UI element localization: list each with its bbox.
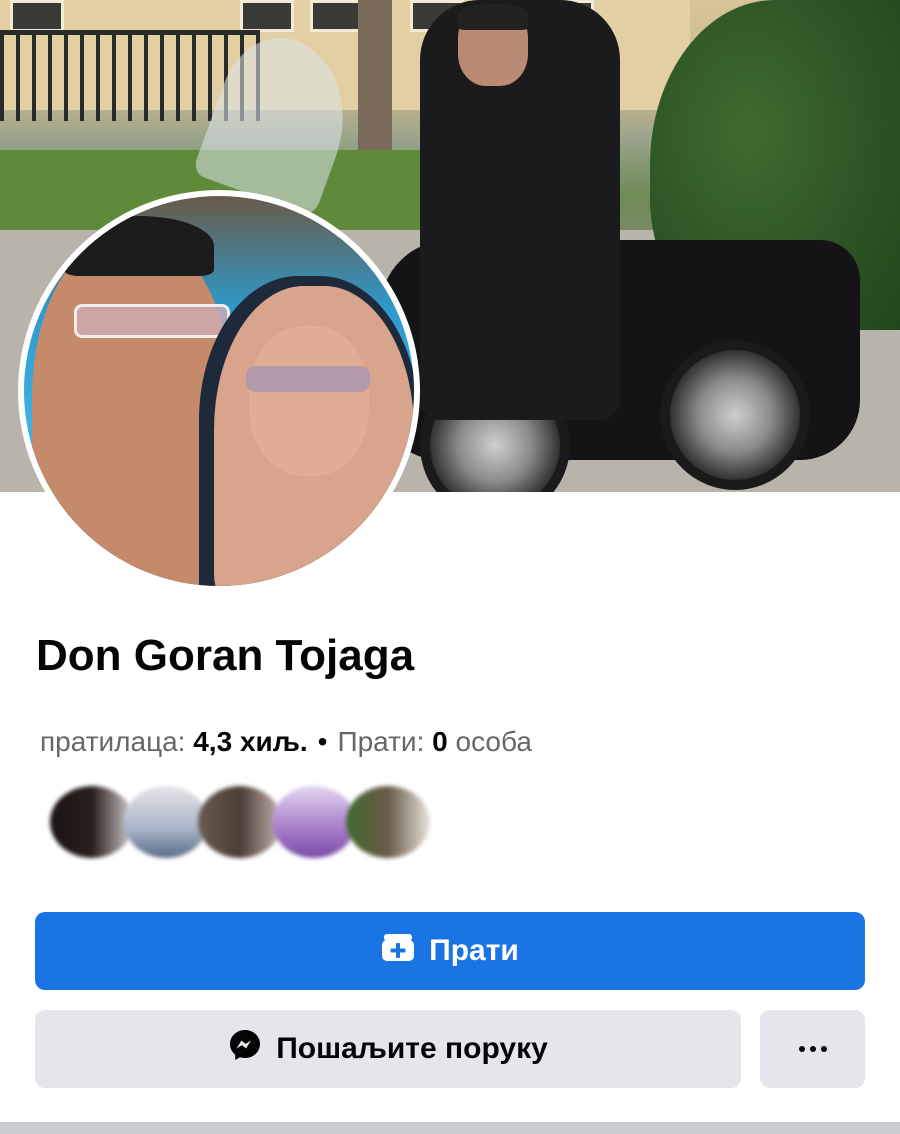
avatar-woman-face bbox=[249, 326, 369, 476]
cover-rider-bandana bbox=[458, 4, 528, 30]
friend-avatar[interactable] bbox=[272, 786, 356, 858]
cover-window bbox=[240, 0, 294, 32]
cover-tree-trunk bbox=[358, 0, 392, 150]
cover-window bbox=[310, 0, 364, 32]
followers-count[interactable]: 4,3 хиљ. bbox=[193, 726, 307, 757]
followers-label: пратилаца: bbox=[40, 726, 194, 757]
profile-stats: пратилаца: 4,3 хиљ. • Прати: 0 особа bbox=[40, 722, 532, 762]
friend-avatar[interactable] bbox=[198, 786, 282, 858]
send-message-label: Пошаљите поруку bbox=[276, 1032, 548, 1065]
avatar-man-hair bbox=[64, 216, 214, 276]
messenger-icon bbox=[228, 1028, 262, 1070]
following-unit: особа bbox=[447, 726, 532, 757]
friend-avatar[interactable] bbox=[50, 786, 134, 858]
stats-separator: • bbox=[317, 726, 328, 757]
mutual-friends-avatars[interactable] bbox=[50, 786, 450, 858]
cover-wheel bbox=[660, 340, 810, 490]
avatar-man-sunglasses bbox=[74, 304, 230, 338]
profile-name: Don Goran Tojaga bbox=[36, 631, 415, 680]
follow-button-label: Прати bbox=[429, 934, 519, 967]
follow-button[interactable]: Прати bbox=[35, 912, 865, 990]
section-divider bbox=[0, 1122, 900, 1134]
cover-window bbox=[10, 0, 64, 32]
send-message-button[interactable]: Пошаљите поруку bbox=[35, 1010, 741, 1088]
more-options-button[interactable] bbox=[760, 1010, 865, 1088]
friend-avatar[interactable] bbox=[124, 786, 208, 858]
following-label: Прати: bbox=[337, 726, 433, 757]
following-count[interactable]: 0 bbox=[432, 726, 448, 757]
follow-plus-icon bbox=[381, 932, 415, 970]
friend-avatar[interactable] bbox=[346, 786, 430, 858]
avatar-woman-sunglasses bbox=[246, 366, 370, 392]
more-dots-icon bbox=[798, 1046, 827, 1052]
profile-avatar[interactable] bbox=[24, 196, 414, 586]
